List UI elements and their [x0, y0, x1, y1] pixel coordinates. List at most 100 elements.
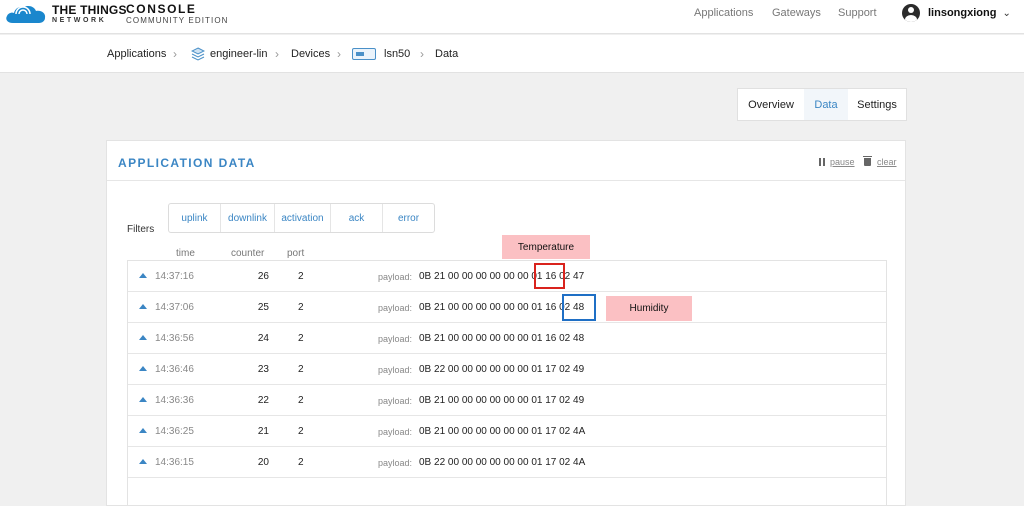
row-payload-label: payload:: [378, 458, 413, 468]
card-header: APPLICATION DATA pause clear: [107, 141, 905, 181]
avatar-icon: [902, 4, 920, 22]
row-counter: 25: [257, 302, 269, 313]
filter-group: uplink downlink activation ack error: [168, 203, 435, 233]
row-port: 2: [298, 457, 304, 468]
row-port: 2: [298, 395, 304, 406]
row-payload-label: payload:: [378, 396, 413, 406]
table-row[interactable]: 14:37:16 26 2 payload: 0B 21 00 00 00 00…: [128, 261, 886, 292]
table-row[interactable]: 14:36:46 23 2 payload: 0B 22 00 00 00 00…: [128, 354, 886, 385]
filter-ack[interactable]: ack: [331, 204, 383, 232]
row-counter: 20: [257, 457, 269, 468]
breadcrumb-applications[interactable]: Applications: [107, 48, 166, 60]
table-row[interactable]: 14:36:25 21 2 payload: 0B 21 00 00 00 00…: [128, 416, 886, 447]
row-payload: 0B 21 00 00 00 00 00 00 01 16 02 48: [419, 302, 585, 313]
console-label: CONSOLE: [126, 2, 197, 16]
column-header-time: time: [176, 248, 195, 259]
user-menu[interactable]: linsongxiong ⌄: [902, 4, 1011, 22]
uplink-arrow-icon: [139, 397, 147, 402]
row-payload: 0B 22 00 00 00 00 00 00 01 17 02 4A: [419, 457, 586, 468]
pause-icon[interactable]: [819, 158, 825, 166]
table-row[interactable]: 14:36:15 20 2 payload: 0B 22 00 00 00 00…: [128, 447, 886, 478]
application-data-card: APPLICATION DATA pause clear Filters upl…: [106, 140, 906, 506]
brand-line2: NETWORK: [52, 17, 107, 24]
application-stack-icon: [191, 47, 205, 61]
top-navbar: THE THINGS NETWORK CONSOLE COMMUNITY EDI…: [0, 0, 1024, 34]
table-row[interactable]: 14:36:36 22 2 payload: 0B 21 00 00 00 00…: [128, 385, 886, 416]
row-time: 14:36:36: [155, 395, 194, 406]
chevron-down-icon: ⌄: [1002, 7, 1011, 19]
console-title: CONSOLE COMMUNITY EDITION: [126, 3, 229, 25]
breadcrumb-current: Data: [435, 48, 459, 60]
uplink-arrow-icon: [139, 459, 147, 464]
row-counter: 22: [257, 395, 269, 406]
table-row[interactable]: 14:36:56 24 2 payload: 0B 21 00 00 00 00…: [128, 323, 886, 354]
row-counter: 21: [257, 426, 269, 437]
clear-link[interactable]: clear: [877, 157, 897, 167]
tab-data[interactable]: Data: [804, 89, 848, 120]
breadcrumb: Applications › engineer-lin › Devices › …: [0, 35, 1024, 73]
breadcrumb-devices[interactable]: Devices: [291, 48, 330, 60]
breadcrumb-application[interactable]: engineer-lin: [210, 48, 267, 60]
row-time: 14:36:25: [155, 426, 194, 437]
breadcrumb-device[interactable]: lsn50: [384, 48, 410, 60]
filter-downlink[interactable]: downlink: [221, 204, 275, 232]
row-payload: 0B 21 00 00 00 00 00 00 01 17 02 49: [419, 395, 585, 406]
uplink-arrow-icon: [139, 335, 147, 340]
trash-icon[interactable]: [863, 156, 872, 166]
uplink-arrow-icon: [139, 428, 147, 433]
nav-applications[interactable]: Applications: [694, 7, 753, 19]
row-payload: 0B 21 00 00 00 00 00 00 01 17 02 4A: [419, 426, 586, 437]
ttn-cloud-logo-icon[interactable]: [4, 3, 48, 25]
chevron-right-icon: ›: [275, 47, 279, 61]
row-port: 2: [298, 271, 304, 282]
table-row[interactable]: 14:37:06 25 2 payload: 0B 21 00 00 00 00…: [128, 292, 886, 323]
row-payload-label: payload:: [378, 334, 413, 344]
row-counter: 24: [257, 333, 269, 344]
row-payload-label: payload:: [378, 272, 413, 282]
filter-activation[interactable]: activation: [275, 204, 331, 232]
filter-uplink[interactable]: uplink: [169, 204, 221, 232]
row-counter: 26: [257, 271, 269, 282]
username: linsongxiong: [928, 7, 997, 19]
row-port: 2: [298, 364, 304, 375]
row-counter: 23: [257, 364, 269, 375]
humidity-highlight-box: [562, 294, 596, 321]
tab-settings[interactable]: Settings: [848, 89, 906, 120]
temperature-annotation: Temperature: [502, 235, 590, 259]
chevron-right-icon: ›: [337, 47, 341, 61]
row-payload: 0B 22 00 00 00 00 00 00 01 17 02 49: [419, 364, 585, 375]
row-payload-label: payload:: [378, 427, 413, 437]
pause-link[interactable]: pause: [830, 157, 855, 167]
row-payload-label: payload:: [378, 303, 413, 313]
row-time: 14:36:15: [155, 457, 194, 468]
uplink-arrow-icon: [139, 366, 147, 371]
column-header-port: port: [287, 248, 305, 259]
humidity-annotation: Humidity: [606, 296, 692, 321]
nav-gateways[interactable]: Gateways: [772, 7, 821, 19]
brand-line1: THE THINGS: [52, 3, 127, 17]
chevron-right-icon: ›: [173, 47, 177, 61]
temperature-highlight-box: [534, 263, 565, 289]
brand-name[interactable]: THE THINGS NETWORK: [52, 4, 127, 24]
tab-overview[interactable]: Overview: [738, 89, 804, 120]
row-payload: 0B 21 00 00 00 00 00 00 01 16 02 48: [419, 333, 585, 344]
row-time: 14:36:46: [155, 364, 194, 375]
filter-error[interactable]: error: [383, 204, 434, 232]
row-port: 2: [298, 426, 304, 437]
uplink-arrow-icon: [139, 273, 147, 278]
nav-support[interactable]: Support: [838, 7, 877, 19]
card-title: APPLICATION DATA: [118, 156, 256, 170]
uplink-arrow-icon: [139, 304, 147, 309]
row-time: 14:37:16: [155, 271, 194, 282]
row-time: 14:37:06: [155, 302, 194, 313]
device-icon: [352, 48, 376, 60]
console-edition: COMMUNITY EDITION: [126, 16, 229, 25]
row-time: 14:36:56: [155, 333, 194, 344]
device-tabs: Overview Data Settings: [737, 88, 907, 121]
row-port: 2: [298, 302, 304, 313]
row-port: 2: [298, 333, 304, 344]
message-table: 14:37:16 26 2 payload: 0B 21 00 00 00 00…: [127, 260, 887, 506]
chevron-right-icon: ›: [420, 47, 424, 61]
filters-label: Filters: [127, 224, 155, 235]
column-header-counter: counter: [231, 248, 265, 259]
